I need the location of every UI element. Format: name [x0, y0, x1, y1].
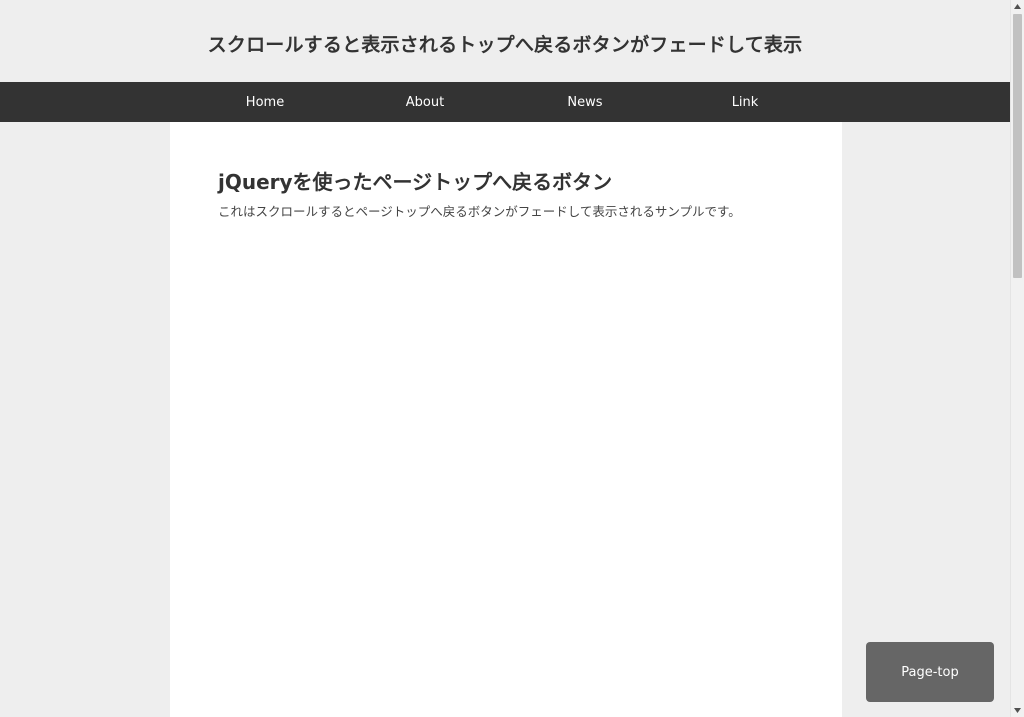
vertical-scrollbar[interactable] [1010, 0, 1024, 717]
nav-list: Home About News Link [185, 82, 825, 122]
article-heading: jQueryを使ったページトップへ戻るボタン [218, 170, 613, 194]
article-text: これはスクロールするとページトップへ戻るボタンがフェードして表示されるサンプルで… [218, 204, 741, 219]
triangle-up-icon [1014, 4, 1021, 9]
nav-item-home[interactable]: Home [185, 82, 345, 122]
scroll-thumb[interactable] [1013, 14, 1022, 278]
nav-item-about[interactable]: About [345, 82, 505, 122]
global-nav: Home About News Link [0, 82, 1010, 122]
page-top-button[interactable]: Page-top [866, 642, 994, 702]
nav-item-news[interactable]: News [505, 82, 665, 122]
site-title: スクロールすると表示されるトップへ戻るボタンがフェードして表示 [207, 33, 803, 56]
nav-item-link[interactable]: Link [665, 82, 825, 122]
main-content: jQueryを使ったページトップへ戻るボタン これはスクロールするとページトップ… [170, 122, 842, 717]
triangle-down-icon [1014, 708, 1021, 713]
page: スクロールすると表示されるトップへ戻るボタンがフェードして表示 Home Abo… [0, 0, 1010, 717]
site-header: スクロールすると表示されるトップへ戻るボタンがフェードして表示 [0, 0, 1010, 82]
scroll-up-button[interactable] [1011, 0, 1024, 13]
scroll-down-button[interactable] [1011, 704, 1024, 717]
